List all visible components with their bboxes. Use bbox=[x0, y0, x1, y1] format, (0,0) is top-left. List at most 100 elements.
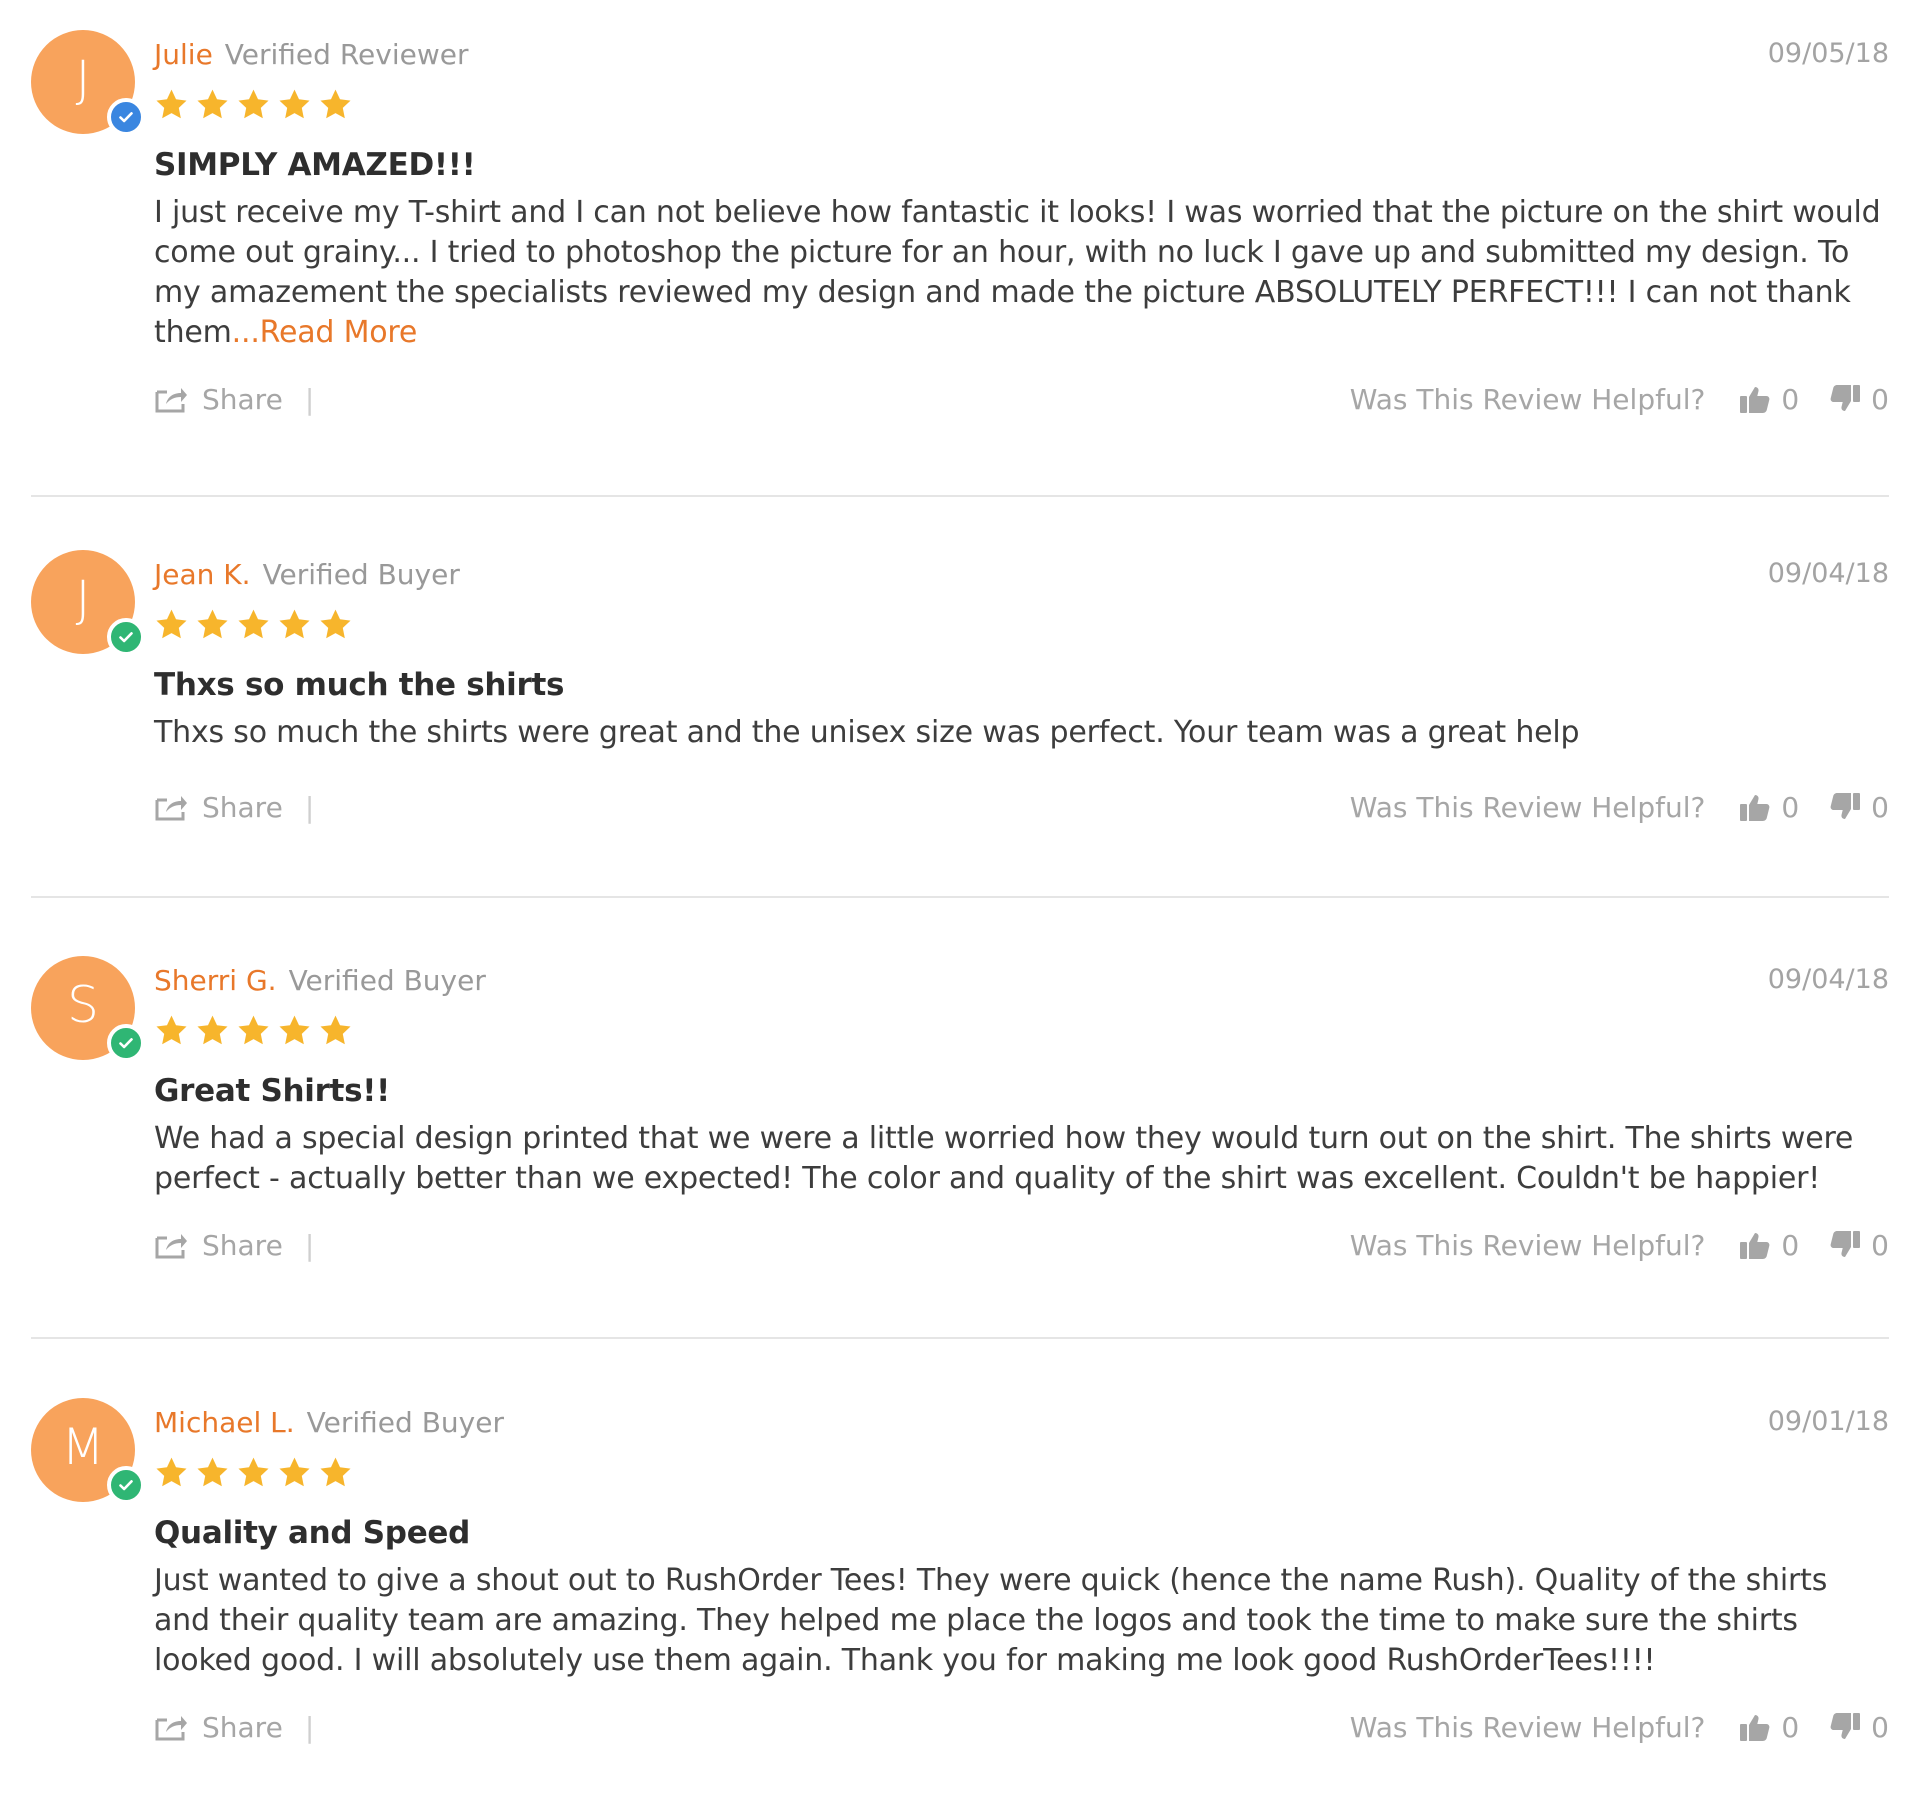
down-count: 0 bbox=[1871, 382, 1889, 416]
avatar-initial: J bbox=[75, 570, 91, 628]
review-footer: Share | Was This Review Helpful? 0 0 bbox=[154, 1225, 1889, 1265]
star-icon bbox=[277, 87, 312, 125]
star-icon bbox=[195, 1455, 230, 1493]
review-date: 09/01/18 bbox=[1767, 1406, 1889, 1437]
review-title: Thxs so much the shirts bbox=[154, 667, 565, 703]
separator: | bbox=[304, 1228, 315, 1262]
share-label: Share bbox=[202, 1710, 283, 1744]
thumbs-up-icon bbox=[1739, 1230, 1771, 1260]
star-icon bbox=[195, 1013, 230, 1051]
share-button[interactable]: Share | bbox=[154, 1711, 314, 1744]
review-body: I just receive my T-shirt and I can not … bbox=[154, 193, 1889, 353]
star-icon bbox=[318, 87, 353, 125]
share-label: Share bbox=[202, 790, 283, 824]
review-body: Thxs so much the shirts were great and t… bbox=[154, 713, 1889, 753]
share-button[interactable]: Share | bbox=[154, 1229, 314, 1262]
review-date: 09/04/18 bbox=[1767, 558, 1889, 589]
thumbs-up-button[interactable]: 0 bbox=[1739, 1229, 1799, 1262]
star-icon bbox=[318, 607, 353, 645]
star-icon bbox=[277, 1455, 312, 1493]
review-body: Just wanted to give a shout out to RushO… bbox=[154, 1561, 1889, 1681]
star-icon bbox=[236, 1013, 271, 1051]
review-item: S Sherri G. Verified Buyer 09/04/18 Grea… bbox=[31, 898, 1889, 1339]
thumbs-up-button[interactable]: 0 bbox=[1739, 383, 1799, 416]
helpful-section: Was This Review Helpful? 0 0 bbox=[1350, 383, 1889, 416]
review-footer: Share | Was This Review Helpful? 0 0 bbox=[154, 1707, 1889, 1747]
star-icon bbox=[195, 607, 230, 645]
thumbs-down-button[interactable]: 0 bbox=[1829, 383, 1889, 416]
thumbs-down-icon bbox=[1829, 792, 1861, 822]
avatar-initial: S bbox=[67, 976, 99, 1034]
thumbs-down-button[interactable]: 0 bbox=[1829, 1229, 1889, 1262]
review-text: Just wanted to give a shout out to RushO… bbox=[154, 1563, 1828, 1678]
review-title: SIMPLY AMAZED!!! bbox=[154, 147, 476, 183]
review-title: Great Shirts!! bbox=[154, 1073, 390, 1109]
star-rating bbox=[154, 87, 1889, 125]
reviews-list: J Julie Verified Reviewer 09/05/18 SIMPL… bbox=[0, 0, 1920, 1793]
review-text: Thxs so much the shirts were great and t… bbox=[154, 715, 1580, 750]
helpful-section: Was This Review Helpful? 0 0 bbox=[1350, 1229, 1889, 1262]
review-header: Julie Verified Reviewer bbox=[154, 37, 1889, 71]
star-rating bbox=[154, 607, 1889, 645]
up-count: 0 bbox=[1781, 1710, 1800, 1744]
star-rating bbox=[154, 1013, 1889, 1051]
thumbs-down-icon bbox=[1829, 1712, 1861, 1742]
thumbs-up-icon bbox=[1739, 384, 1771, 414]
review-header: Sherri G. Verified Buyer bbox=[154, 963, 1889, 997]
reviewer-role: Verified Buyer bbox=[262, 557, 460, 591]
avatar: J bbox=[31, 30, 145, 136]
helpful-label: Was This Review Helpful? bbox=[1349, 382, 1706, 416]
share-button[interactable]: Share | bbox=[154, 383, 314, 416]
star-icon bbox=[195, 87, 230, 125]
share-icon bbox=[154, 792, 188, 822]
reviewer-role: Verified Buyer bbox=[288, 963, 486, 997]
thumbs-down-icon bbox=[1829, 384, 1861, 414]
read-more-link[interactable]: ...Read More bbox=[232, 315, 418, 350]
share-icon bbox=[154, 1712, 188, 1742]
share-button[interactable]: Share | bbox=[154, 791, 314, 824]
checkmark-icon bbox=[107, 1466, 145, 1504]
up-count: 0 bbox=[1781, 790, 1800, 824]
checkmark-icon bbox=[107, 98, 145, 136]
star-icon bbox=[277, 607, 312, 645]
avatar: S bbox=[31, 956, 145, 1062]
share-label: Share bbox=[202, 1228, 283, 1262]
helpful-section: Was This Review Helpful? 0 0 bbox=[1350, 791, 1889, 824]
star-icon bbox=[236, 1455, 271, 1493]
avatar: M bbox=[31, 1398, 145, 1504]
review-header: Jean K. Verified Buyer bbox=[154, 557, 1889, 591]
reviewer-name: Jean K. bbox=[154, 557, 251, 591]
share-icon bbox=[154, 1230, 188, 1260]
down-count: 0 bbox=[1871, 790, 1889, 824]
share-label: Share bbox=[202, 382, 283, 416]
reviewer-role: Verified Reviewer bbox=[224, 37, 469, 71]
share-icon bbox=[154, 384, 188, 414]
star-icon bbox=[236, 87, 271, 125]
star-icon bbox=[154, 1013, 189, 1051]
checkmark-icon bbox=[107, 618, 145, 656]
reviewer-role: Verified Buyer bbox=[306, 1405, 504, 1439]
review-title: Quality and Speed bbox=[154, 1515, 471, 1551]
separator: | bbox=[304, 790, 315, 824]
reviewer-name: Michael L. bbox=[154, 1405, 295, 1439]
helpful-label: Was This Review Helpful? bbox=[1349, 1228, 1706, 1262]
avatar-initial: J bbox=[75, 50, 91, 108]
checkmark-icon bbox=[107, 1024, 145, 1062]
reviewer-name: Sherri G. bbox=[154, 963, 277, 997]
down-count: 0 bbox=[1871, 1228, 1889, 1262]
review-item: J Jean K. Verified Buyer 09/04/18 Thxs s… bbox=[31, 497, 1889, 898]
helpful-label: Was This Review Helpful? bbox=[1349, 1710, 1706, 1744]
review-item: M Michael L. Verified Buyer 09/01/18 Qua… bbox=[31, 1339, 1889, 1793]
review-footer: Share | Was This Review Helpful? 0 0 bbox=[154, 379, 1889, 419]
up-count: 0 bbox=[1781, 382, 1800, 416]
review-footer: Share | Was This Review Helpful? 0 0 bbox=[154, 787, 1889, 827]
review-text: We had a special design printed that we … bbox=[154, 1121, 1854, 1196]
thumbs-down-button[interactable]: 0 bbox=[1829, 1711, 1889, 1744]
thumbs-up-button[interactable]: 0 bbox=[1739, 1711, 1799, 1744]
thumbs-down-button[interactable]: 0 bbox=[1829, 791, 1889, 824]
avatar: J bbox=[31, 550, 145, 656]
star-icon bbox=[277, 1013, 312, 1051]
separator: | bbox=[304, 1710, 315, 1744]
thumbs-up-button[interactable]: 0 bbox=[1739, 791, 1799, 824]
down-count: 0 bbox=[1871, 1710, 1889, 1744]
